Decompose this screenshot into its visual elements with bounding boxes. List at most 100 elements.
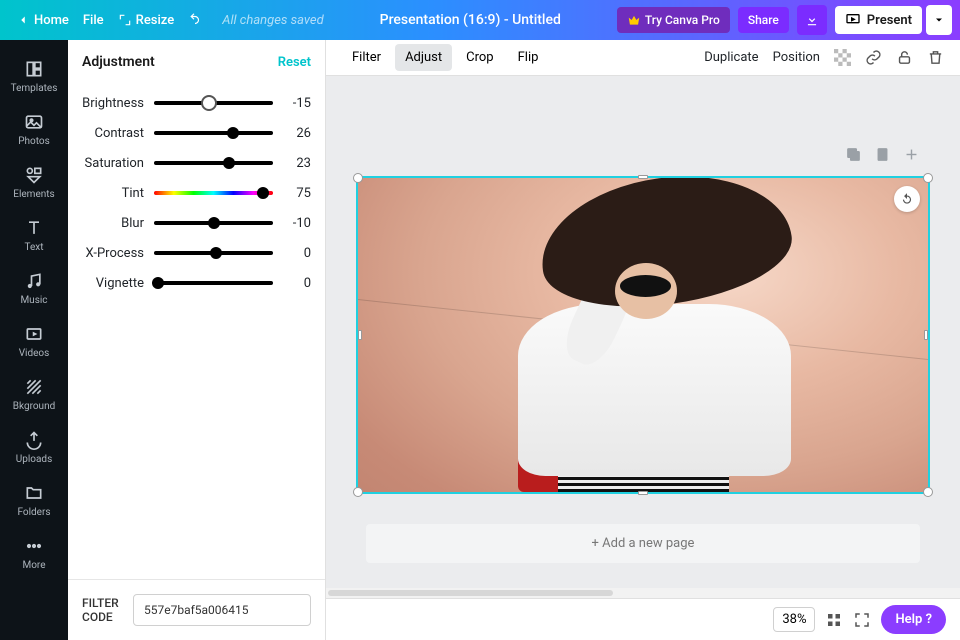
rail-folders[interactable]: Folders — [0, 474, 68, 527]
try-pro-button[interactable]: Try Canva Pro — [617, 7, 730, 33]
videos-icon — [24, 324, 44, 344]
rail-elements[interactable]: Elements — [0, 156, 68, 209]
rail-uploads[interactable]: Uploads — [0, 421, 68, 474]
horizontal-scrollbar[interactable] — [326, 588, 960, 598]
slider-saturation: Saturation23 — [82, 148, 311, 178]
transparency-button[interactable] — [834, 49, 851, 66]
present-dropdown[interactable] — [926, 5, 952, 35]
slider-label: X-Process — [82, 246, 144, 261]
rail-music[interactable]: Music — [0, 262, 68, 315]
fullscreen-button[interactable] — [853, 611, 871, 629]
save-status: All changes saved — [222, 13, 323, 28]
link-button[interactable] — [865, 49, 882, 66]
rail-background[interactable]: Bkground — [0, 368, 68, 421]
tab-filter[interactable]: Filter — [342, 44, 391, 71]
slider-track[interactable] — [154, 281, 273, 285]
more-icon — [24, 536, 44, 556]
home-button[interactable]: Home — [16, 13, 69, 28]
download-button[interactable] — [797, 5, 827, 35]
resize-handle[interactable] — [638, 175, 648, 179]
selection-frame[interactable] — [356, 176, 930, 494]
delete-button[interactable] — [927, 49, 944, 66]
zoom-level[interactable]: 38% — [773, 607, 815, 632]
slider-label: Vignette — [82, 276, 144, 291]
rail-label: Text — [24, 242, 43, 253]
slider-brightness: Brightness-15 — [82, 88, 311, 118]
rail-more[interactable]: More — [0, 527, 68, 580]
rail-text[interactable]: Text — [0, 209, 68, 262]
slider-track[interactable] — [154, 101, 273, 105]
resize-handle[interactable] — [924, 330, 928, 340]
slider-track[interactable] — [154, 191, 273, 195]
slider-track[interactable] — [154, 221, 273, 225]
slider-track[interactable] — [154, 251, 273, 255]
slider-thumb[interactable] — [208, 217, 220, 229]
duplicate-button[interactable]: Duplicate — [704, 50, 758, 65]
footer-bar: 38% Help ? — [326, 598, 960, 640]
rotate-handle[interactable] — [894, 186, 920, 212]
rail-label: More — [22, 560, 45, 571]
position-button[interactable]: Position — [773, 50, 820, 65]
resize-handle[interactable] — [358, 330, 362, 340]
filter-code-label: FILTER CODE — [82, 596, 121, 624]
rail-label: Templates — [11, 83, 58, 94]
slider-tint: Tint75 — [82, 178, 311, 208]
rail-videos[interactable]: Videos — [0, 315, 68, 368]
slider-value: -10 — [283, 216, 311, 231]
duplicate-page-icon[interactable] — [845, 146, 862, 167]
tab-crop[interactable]: Crop — [456, 44, 503, 71]
slider-track[interactable] — [154, 161, 273, 165]
document-title[interactable]: Presentation (16:9) - Untitled — [324, 12, 617, 28]
background-icon — [24, 377, 44, 397]
rail-templates[interactable]: Templates — [0, 50, 68, 103]
slider-value: 0 — [283, 246, 311, 261]
copy-page-icon[interactable] — [874, 146, 891, 167]
help-button[interactable]: Help ? — [881, 605, 946, 634]
grid-view-button[interactable] — [825, 611, 843, 629]
slider-thumb[interactable] — [152, 277, 164, 289]
add-new-page-button[interactable]: + Add a new page — [366, 524, 920, 563]
slider-thumb[interactable] — [201, 95, 217, 111]
slider-vignette: Vignette0 — [82, 268, 311, 298]
rail-label: Uploads — [16, 454, 52, 465]
resize-handle[interactable] — [353, 487, 363, 497]
home-label: Home — [34, 13, 69, 28]
resize-handle[interactable] — [923, 173, 933, 183]
filter-code-input[interactable] — [133, 594, 311, 626]
slider-thumb[interactable] — [210, 247, 222, 259]
slider-label: Saturation — [82, 156, 144, 171]
file-menu[interactable]: File — [83, 13, 104, 28]
tool-rail: Templates Photos Elements Text MusicVideosBk… — [0, 40, 68, 640]
slider-label: Blur — [82, 216, 144, 231]
selected-image[interactable] — [358, 178, 928, 492]
add-page-icon[interactable] — [903, 146, 920, 167]
present-button[interactable]: Present — [835, 6, 922, 34]
resize-handle[interactable] — [638, 491, 648, 495]
canvas-area: FilterAdjustCropFlip Duplicate Position — [326, 40, 960, 640]
tab-flip[interactable]: Flip — [508, 44, 549, 71]
slider-thumb[interactable] — [223, 157, 235, 169]
photos-icon — [24, 112, 44, 132]
chevron-down-icon — [933, 14, 945, 26]
templates-icon — [24, 59, 44, 79]
slider-thumb[interactable] — [257, 187, 269, 199]
stage[interactable]: + Add a new page — [326, 76, 960, 588]
uploads-icon — [24, 430, 44, 450]
slider-thumb[interactable] — [227, 127, 239, 139]
undo-button[interactable] — [188, 13, 202, 27]
rail-label: Elements — [13, 189, 54, 200]
resize-handle[interactable] — [353, 173, 363, 183]
slider-blur: Blur -10 — [82, 208, 311, 238]
undo-icon — [188, 13, 202, 27]
download-icon — [805, 13, 819, 27]
tab-adjust[interactable]: Adjust — [395, 44, 452, 71]
reset-button[interactable]: Reset — [278, 55, 311, 70]
share-button[interactable]: Share — [738, 7, 789, 33]
elements-icon — [24, 165, 44, 185]
resize-button[interactable]: Resize — [118, 13, 175, 28]
slider-value: 75 — [283, 186, 311, 201]
resize-handle[interactable] — [923, 487, 933, 497]
slider-track[interactable] — [154, 131, 273, 135]
rail-photos[interactable]: Photos — [0, 103, 68, 156]
lock-button[interactable] — [896, 49, 913, 66]
